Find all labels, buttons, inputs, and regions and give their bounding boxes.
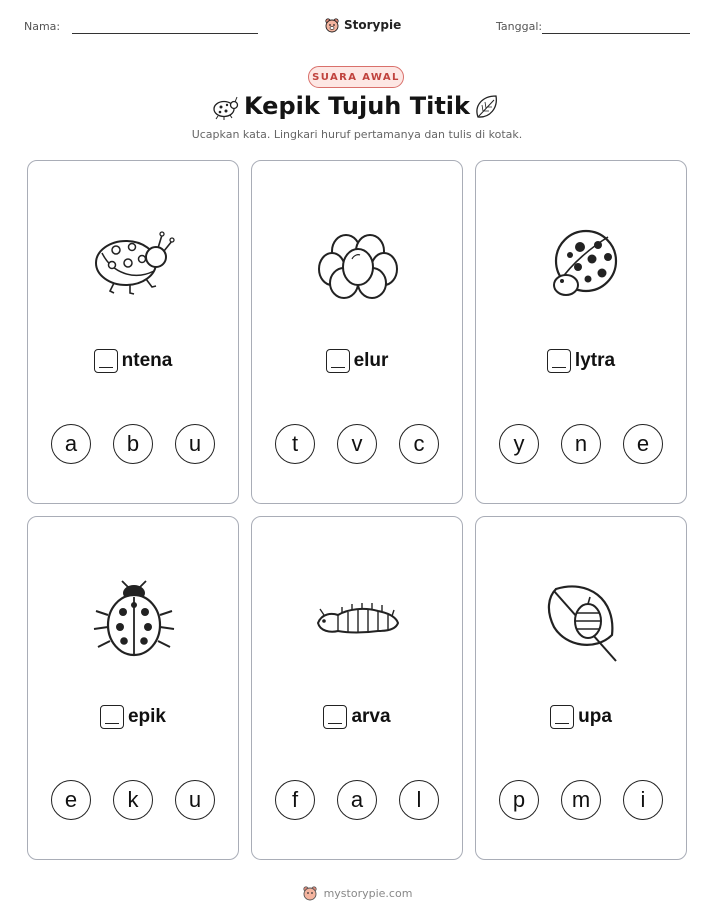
name-field[interactable]: [72, 33, 258, 34]
answer-box[interactable]: [99, 705, 124, 729]
pupa-on-leaf-icon: [547, 585, 617, 662]
letter-options: e k u: [28, 780, 238, 820]
exercise-card: lytra y n e: [475, 160, 687, 504]
letter-option[interactable]: k: [113, 780, 153, 820]
word-ending: upa: [578, 706, 612, 727]
word-row: epik: [28, 705, 238, 729]
letter-option[interactable]: e: [51, 780, 91, 820]
letter-option[interactable]: b: [113, 424, 153, 464]
date-field[interactable]: [542, 33, 690, 34]
exercise-card: ntena a b u: [27, 160, 239, 504]
letter-option[interactable]: u: [175, 424, 215, 464]
word-ending: ntena: [121, 350, 173, 371]
letter-option[interactable]: f: [275, 780, 315, 820]
answer-box[interactable]: [546, 349, 571, 373]
answer-box[interactable]: [323, 705, 348, 729]
word-row: arva: [252, 705, 462, 729]
instructions: Ucapkan kata. Lingkari huruf pertamanya …: [191, 128, 523, 141]
brand-logo: Storypie: [324, 16, 401, 34]
larva-icon: [316, 603, 400, 634]
letter-option[interactable]: n: [561, 424, 601, 464]
exercise-card: upa p m i: [475, 516, 687, 860]
word-ending: arva: [351, 706, 391, 727]
letter-option[interactable]: p: [499, 780, 539, 820]
letter-option[interactable]: v: [337, 424, 377, 464]
answer-box[interactable]: [325, 349, 350, 373]
name-label: Nama:: [24, 20, 61, 33]
letter-option[interactable]: i: [623, 780, 663, 820]
brand-name: Storypie: [344, 18, 402, 32]
letter-option[interactable]: a: [51, 424, 91, 464]
word-row: ntena: [28, 349, 238, 373]
letter-option[interactable]: m: [561, 780, 601, 820]
word-ending: lytra: [574, 350, 616, 371]
footer: mystorypie.com: [0, 885, 714, 901]
answer-box[interactable]: [550, 705, 575, 729]
word-row: lytra: [476, 349, 686, 373]
letter-options: f a l: [252, 780, 462, 820]
letter-options: y n e: [476, 424, 686, 464]
word-row: upa: [476, 705, 686, 729]
word-ending: elur: [353, 350, 389, 371]
word-row: elur: [252, 349, 462, 373]
answer-box[interactable]: [93, 349, 118, 373]
letter-option[interactable]: y: [499, 424, 539, 464]
letter-option[interactable]: u: [175, 780, 215, 820]
leaf-title-icon: [476, 95, 497, 118]
letter-option[interactable]: e: [623, 424, 663, 464]
exercise-card: arva f a l: [251, 516, 463, 860]
letter-option[interactable]: l: [399, 780, 439, 820]
letter-option[interactable]: a: [337, 780, 377, 820]
bear-logo-icon: [325, 18, 339, 33]
section-badge: SUARA AWAL: [308, 66, 404, 88]
letter-options: p m i: [476, 780, 686, 820]
footer-site[interactable]: mystorypie.com: [324, 887, 413, 900]
eggs-icon: [318, 234, 398, 299]
bear-logo-icon: [302, 886, 317, 901]
exercise-card: epik e k u: [27, 516, 239, 860]
ladybug-side-icon: [95, 231, 175, 295]
letter-option[interactable]: t: [275, 424, 315, 464]
letter-options: t v c: [252, 424, 462, 464]
word-ending: epik: [127, 706, 167, 727]
page-title: Kepik Tujuh Titik: [243, 92, 470, 120]
letter-option[interactable]: c: [399, 424, 439, 464]
exercise-card: elur t v c: [251, 160, 463, 504]
ladybug-top-icon: [553, 229, 618, 296]
letter-options: a b u: [28, 424, 238, 464]
header-bar: Nama: Storypie Tanggal:: [0, 16, 714, 40]
ladybug-front-icon: [93, 580, 175, 657]
date-label: Tanggal:: [496, 20, 543, 33]
